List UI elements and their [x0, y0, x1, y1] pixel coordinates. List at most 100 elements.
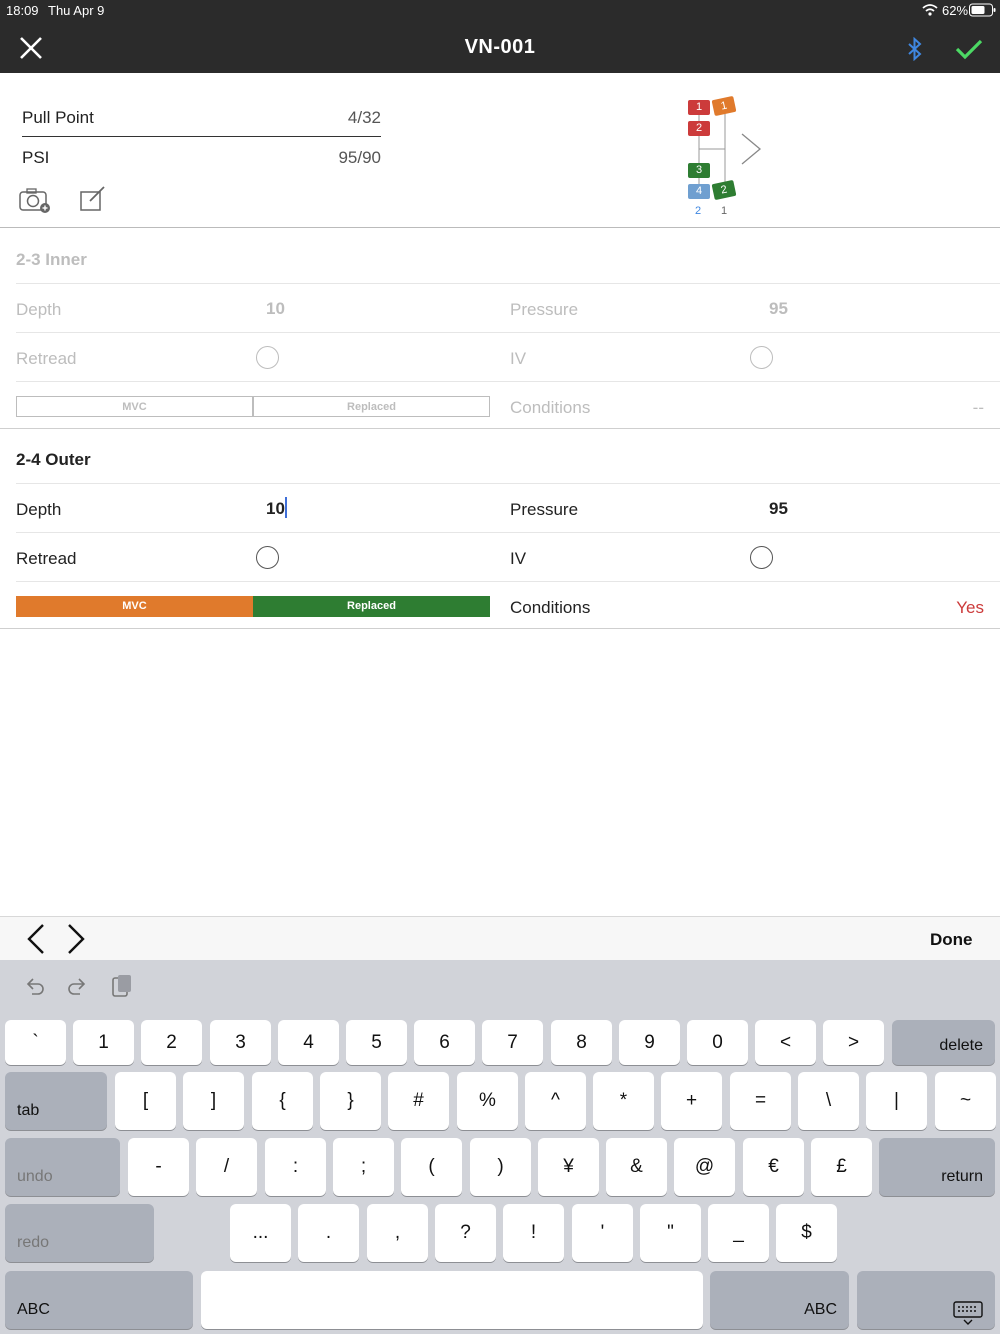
next-field-icon[interactable] — [66, 923, 86, 955]
status-time: 18:09 — [6, 3, 39, 18]
mvc-segment[interactable]: MVC — [16, 396, 253, 417]
space-key[interactable] — [201, 1271, 703, 1329]
wifi-icon — [922, 4, 938, 16]
key[interactable]: } — [320, 1072, 381, 1130]
tire-left-4[interactable]: 4 — [688, 184, 710, 199]
key[interactable]: 9 — [619, 1020, 680, 1065]
key[interactable]: : — [265, 1138, 326, 1196]
conditions-value[interactable]: Yes — [900, 598, 984, 618]
pull-point-label: Pull Point — [22, 108, 94, 127]
key[interactable]: > — [823, 1020, 884, 1065]
key[interactable]: ] — [183, 1072, 244, 1130]
key[interactable]: { — [252, 1072, 313, 1130]
key[interactable]: . — [298, 1204, 359, 1262]
key[interactable]: % — [457, 1072, 518, 1130]
key[interactable]: £ — [811, 1138, 872, 1196]
key[interactable]: ! — [503, 1204, 564, 1262]
conditions-value[interactable]: -- — [900, 398, 984, 418]
key[interactable]: * — [593, 1072, 654, 1130]
axle-diagram[interactable]: 1 1 2 3 4 2 2 1 — [686, 95, 776, 221]
key[interactable]: , — [367, 1204, 428, 1262]
key[interactable]: @ — [674, 1138, 735, 1196]
pressure-input[interactable]: 95 — [769, 499, 788, 519]
bluetooth-icon[interactable] — [906, 37, 924, 61]
page-title: VN-001 — [464, 36, 536, 58]
paste-icon[interactable] — [111, 973, 133, 999]
replaced-segment[interactable]: Replaced — [253, 396, 490, 417]
iv-radio[interactable] — [750, 346, 773, 369]
key[interactable]: 6 — [414, 1020, 475, 1065]
key[interactable]: = — [730, 1072, 791, 1130]
redo-icon[interactable] — [66, 976, 88, 998]
pressure-label: Pressure — [510, 500, 579, 519]
psi-value: 95/90 — [338, 148, 381, 167]
previous-field-icon[interactable] — [26, 923, 46, 955]
text-cursor — [285, 497, 287, 518]
tire-left-1[interactable]: 1 — [688, 100, 710, 115]
key[interactable]: € — [743, 1138, 804, 1196]
depth-input[interactable]: 10 — [266, 499, 285, 519]
key[interactable]: 5 — [346, 1020, 407, 1065]
tire-left-3[interactable]: 3 — [688, 163, 710, 178]
key[interactable]: & — [606, 1138, 667, 1196]
key[interactable]: ; — [333, 1138, 394, 1196]
key[interactable]: 3 — [210, 1020, 271, 1065]
key[interactable]: $ — [776, 1204, 837, 1262]
mvc-segment[interactable]: MVC — [16, 596, 253, 617]
save-check-icon[interactable] — [955, 38, 983, 60]
key[interactable]: 7 — [482, 1020, 543, 1065]
undo-key[interactable]: undo — [5, 1138, 120, 1196]
keyboard-dismiss-icon — [953, 1301, 983, 1325]
key[interactable]: " — [640, 1204, 701, 1262]
key[interactable]: < — [755, 1020, 816, 1065]
key[interactable]: ` — [5, 1020, 66, 1065]
divider — [16, 532, 1000, 533]
return-key[interactable]: return — [879, 1138, 995, 1196]
key[interactable]: \ — [798, 1072, 859, 1130]
key[interactable]: + — [661, 1072, 722, 1130]
key[interactable]: _ — [708, 1204, 769, 1262]
retread-label: Retread — [16, 349, 77, 368]
key[interactable]: | — [866, 1072, 927, 1130]
done-button[interactable]: Done — [930, 930, 973, 950]
key[interactable]: ) — [470, 1138, 531, 1196]
retread-label: Retread — [16, 549, 77, 568]
undo-icon[interactable] — [24, 976, 46, 998]
key[interactable]: - — [128, 1138, 189, 1196]
key[interactable]: 4 — [278, 1020, 339, 1065]
battery-percent: 62% — [942, 3, 969, 18]
key[interactable]: ... — [230, 1204, 291, 1262]
conditions-label: Conditions — [510, 398, 591, 417]
key[interactable]: 2 — [141, 1020, 202, 1065]
key[interactable]: ¥ — [538, 1138, 599, 1196]
edit-note-icon[interactable] — [79, 186, 107, 212]
key[interactable]: ( — [401, 1138, 462, 1196]
pressure-input[interactable]: 95 — [769, 299, 788, 319]
key[interactable]: # — [388, 1072, 449, 1130]
tab-key[interactable]: tab — [5, 1072, 107, 1130]
retread-radio[interactable] — [256, 346, 279, 369]
depth-input[interactable]: 10 — [266, 299, 285, 319]
key[interactable]: 0 — [687, 1020, 748, 1065]
tire-left-2[interactable]: 2 — [688, 121, 710, 136]
delete-key[interactable]: delete — [892, 1020, 995, 1065]
redo-key[interactable]: redo — [5, 1204, 154, 1262]
key[interactable]: 1 — [73, 1020, 134, 1065]
abc-key-right[interactable]: ABC — [710, 1271, 849, 1329]
key[interactable]: 8 — [551, 1020, 612, 1065]
abc-key-left[interactable]: ABC — [5, 1271, 193, 1329]
key[interactable]: ? — [435, 1204, 496, 1262]
depth-label: Depth — [16, 500, 62, 519]
key[interactable]: ^ — [525, 1072, 586, 1130]
iv-radio[interactable] — [750, 546, 773, 569]
key[interactable]: [ — [115, 1072, 176, 1130]
key[interactable]: / — [196, 1138, 257, 1196]
dismiss-keyboard-key[interactable] — [857, 1271, 995, 1329]
status-date: Thu Apr 9 — [48, 3, 105, 18]
key[interactable]: ' — [572, 1204, 633, 1262]
retread-radio[interactable] — [256, 546, 279, 569]
replaced-segment[interactable]: Replaced — [253, 596, 490, 617]
key[interactable]: ~ — [935, 1072, 996, 1130]
iv-label: IV — [510, 549, 527, 568]
camera-icon[interactable] — [18, 187, 52, 215]
